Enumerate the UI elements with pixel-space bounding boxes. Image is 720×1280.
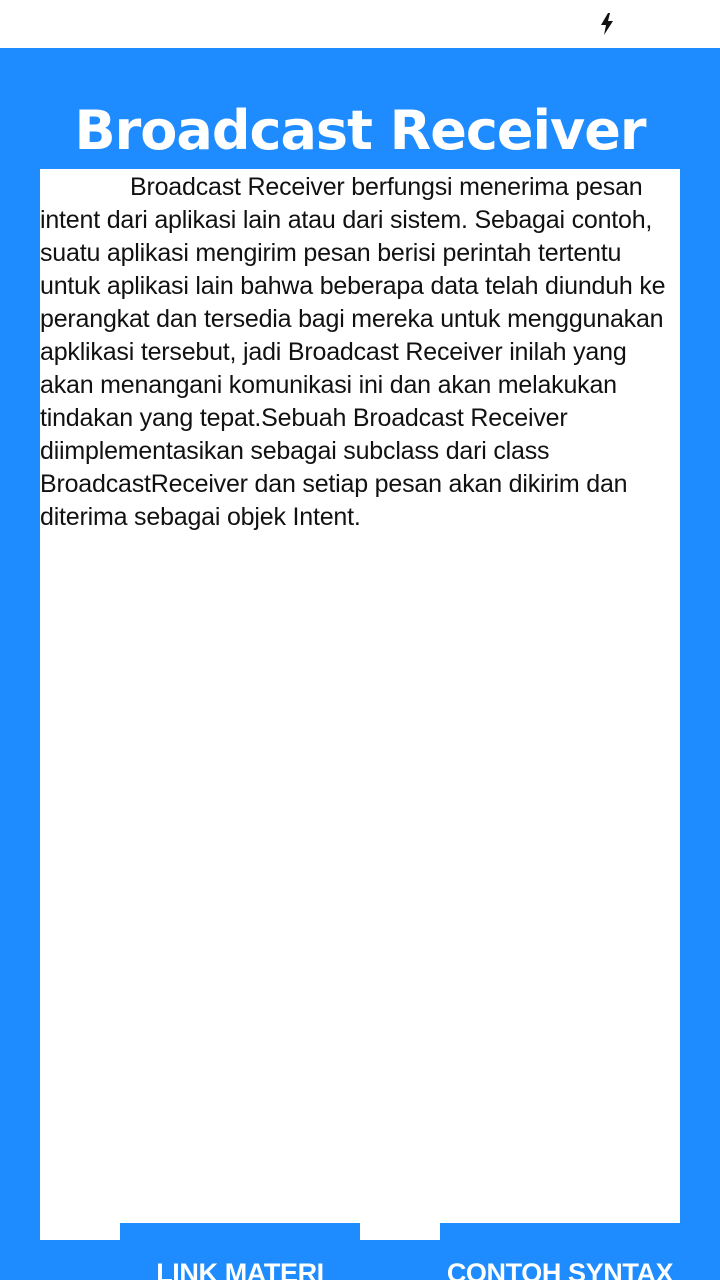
- content-card: Broadcast Receiver berfungsi menerima pe…: [40, 169, 680, 1280]
- description-text: Broadcast Receiver berfungsi menerima pe…: [40, 173, 666, 531]
- contoh-syntax-button[interactable]: CONTOH SYNTAX: [440, 1223, 680, 1280]
- status-bar: [0, 0, 720, 48]
- link-materi-button[interactable]: LINK MATERI: [120, 1223, 360, 1280]
- page-title: Broadcast Receiver: [74, 99, 647, 162]
- app-screen: Broadcast Receiver Broadcast Receiver be…: [0, 48, 720, 1280]
- flash-icon: [598, 12, 616, 36]
